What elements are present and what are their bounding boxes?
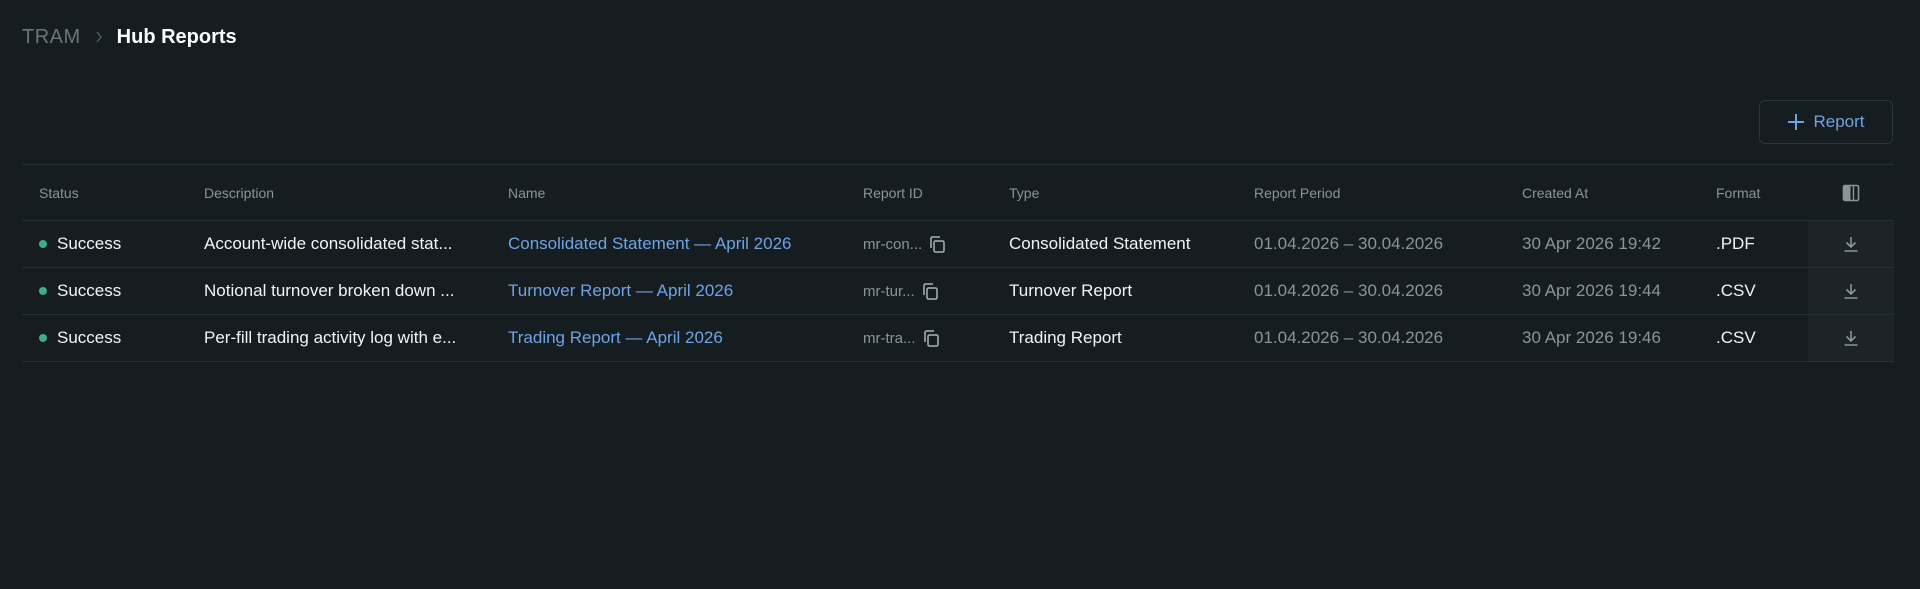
report-name-link[interactable]: Consolidated Statement — April 2026	[508, 234, 792, 254]
add-report-label: Report	[1813, 112, 1865, 131]
status-cell: Success	[39, 221, 189, 267]
report-name-link[interactable]: Turnover Report — April 2026	[508, 281, 733, 301]
report-period-cell: 01.04.2026 – 30.04.2026	[1254, 328, 1444, 347]
hub-reports-page: TRAM Hub Reports Report Status Descripti…	[0, 0, 1920, 589]
table-row[interactable]: Success Account-wide consolidated stat..…	[22, 220, 1894, 267]
status-badge: Success	[57, 281, 122, 300]
format-cell: .CSV	[1716, 281, 1756, 300]
columns-icon	[1842, 184, 1860, 202]
chevron-right-icon	[95, 31, 103, 43]
column-settings-button[interactable]	[1808, 165, 1894, 220]
table-row[interactable]: Success Notional turnover broken down ..…	[22, 267, 1894, 314]
report-id-cell: mr-con...	[863, 221, 1003, 267]
status-badge: Success	[57, 328, 122, 347]
description-cell: Notional turnover broken down ...	[204, 268, 494, 314]
download-button[interactable]	[1808, 221, 1894, 267]
copy-icon[interactable]	[928, 235, 946, 253]
description-cell: Per-fill trading activity log with e...	[204, 315, 494, 361]
column-header-created-at[interactable]: Created At	[1522, 165, 1712, 220]
name-cell: Consolidated Statement — April 2026	[508, 221, 858, 267]
report-id-text: mr-tur...	[863, 282, 915, 300]
copy-icon[interactable]	[921, 282, 939, 300]
breadcrumb: TRAM Hub Reports	[22, 24, 237, 50]
reports-table: Status Description Name Report ID Type R…	[22, 164, 1894, 362]
status-dot-icon	[39, 334, 47, 342]
status-badge: Success	[57, 234, 122, 253]
add-report-button[interactable]: Report	[1759, 100, 1893, 144]
page-title: Hub Reports	[116, 25, 237, 48]
report-name-link[interactable]: Trading Report — April 2026	[508, 328, 723, 348]
name-cell: Turnover Report — April 2026	[508, 268, 858, 314]
table-row[interactable]: Success Per-fill trading activity log wi…	[22, 314, 1894, 362]
download-icon	[1842, 282, 1860, 300]
status-cell: Success	[39, 315, 189, 361]
column-header-status[interactable]: Status	[39, 165, 189, 220]
report-id-text: mr-tra...	[863, 329, 916, 347]
created-at-cell: 30 Apr 2026 19:46	[1522, 328, 1661, 347]
description-text: Notional turnover broken down ...	[204, 281, 455, 300]
column-header-report-period[interactable]: Report Period	[1254, 165, 1514, 220]
status-dot-icon	[39, 240, 47, 248]
status-dot-icon	[39, 287, 47, 295]
report-id-text: mr-con...	[863, 235, 923, 253]
created-at-cell: 30 Apr 2026 19:44	[1522, 281, 1661, 300]
download-icon	[1842, 329, 1860, 347]
type-cell: Consolidated Statement	[1009, 234, 1191, 253]
status-cell: Success	[39, 268, 189, 314]
format-cell: .CSV	[1716, 328, 1756, 347]
table-header-row: Status Description Name Report ID Type R…	[22, 164, 1894, 220]
column-header-description[interactable]: Description	[204, 165, 494, 220]
type-cell: Trading Report	[1009, 328, 1122, 347]
report-id-cell: mr-tra...	[863, 315, 1003, 361]
description-text: Account-wide consolidated stat...	[204, 234, 453, 253]
download-icon	[1842, 235, 1860, 253]
name-cell: Trading Report — April 2026	[508, 315, 858, 361]
download-button[interactable]	[1808, 315, 1894, 361]
copy-icon[interactable]	[922, 329, 940, 347]
breadcrumb-root-link[interactable]: TRAM	[22, 26, 81, 49]
plus-icon	[1787, 113, 1805, 131]
format-cell: .PDF	[1716, 234, 1755, 253]
column-header-format[interactable]: Format	[1716, 165, 1796, 220]
report-period-cell: 01.04.2026 – 30.04.2026	[1254, 234, 1444, 253]
description-cell: Account-wide consolidated stat...	[204, 221, 494, 267]
column-header-name[interactable]: Name	[508, 165, 858, 220]
report-period-cell: 01.04.2026 – 30.04.2026	[1254, 281, 1444, 300]
created-at-cell: 30 Apr 2026 19:42	[1522, 234, 1661, 253]
description-text: Per-fill trading activity log with e...	[204, 328, 457, 347]
column-header-type[interactable]: Type	[1009, 165, 1239, 220]
download-button[interactable]	[1808, 268, 1894, 314]
report-id-cell: mr-tur...	[863, 268, 1003, 314]
type-cell: Turnover Report	[1009, 281, 1133, 300]
column-header-report-id[interactable]: Report ID	[863, 165, 1003, 220]
